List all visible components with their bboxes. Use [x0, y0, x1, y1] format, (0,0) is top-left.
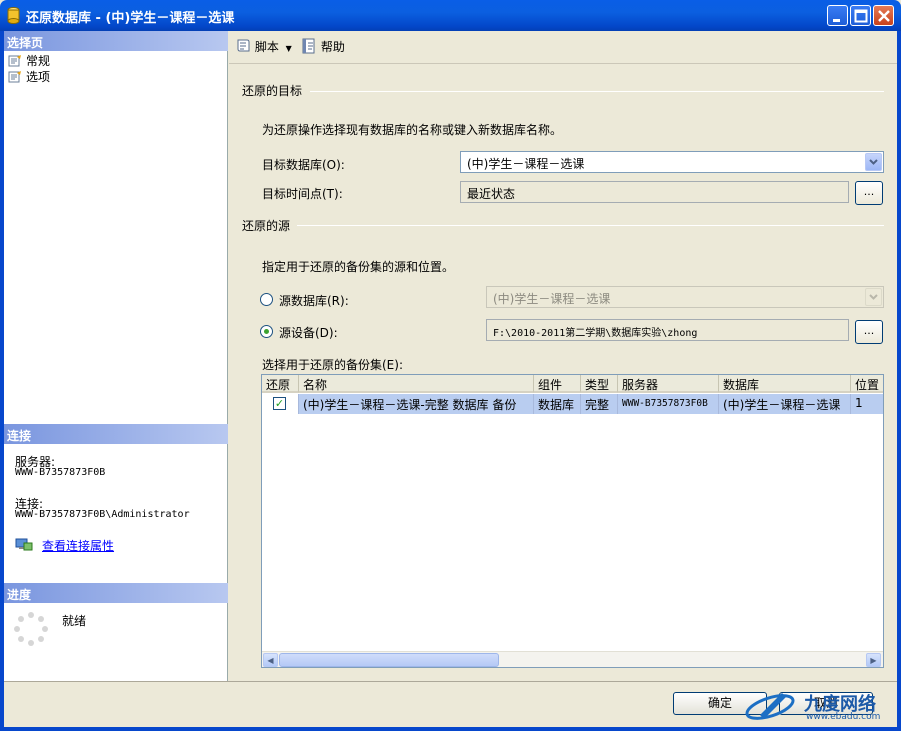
close-button[interactable] — [873, 5, 894, 26]
type-cell: 完整 — [581, 394, 618, 414]
position-cell: 1 — [851, 394, 883, 414]
nav-item-general[interactable]: 常规 — [8, 52, 51, 68]
column-header-server[interactable]: 服务器 — [618, 375, 719, 393]
source-description: 指定用于还原的备份集的源和位置。 — [262, 260, 455, 274]
progress-spinner-icon — [14, 612, 48, 646]
point-in-time-label: 目标时间点(T): — [262, 187, 343, 201]
backup-sets-grid[interactable]: 还原 名称 组件 类型 服务器 数据库 位置 ✓ (中)学生－课程－选课-完整 … — [261, 374, 884, 668]
script-button[interactable]: 脚本 ▼ — [235, 38, 297, 56]
from-database-radio[interactable] — [260, 293, 273, 306]
from-database-label: 源数据库(R): — [279, 294, 349, 308]
source-group-title: 还原的源 — [242, 219, 291, 233]
database-icon — [7, 7, 20, 24]
scroll-left-button[interactable]: ◀ — [263, 653, 278, 667]
restore-checkbox[interactable]: ✓ — [273, 397, 286, 410]
progress-header: 进度 — [4, 583, 228, 603]
nav-item-label: 常规 — [26, 54, 51, 68]
watermark-url: www.ebadu.com — [806, 712, 881, 722]
chevron-down-icon — [869, 159, 878, 165]
destination-divider — [310, 91, 884, 92]
chevron-down-icon — [869, 294, 878, 300]
script-label: 脚本 — [254, 40, 279, 54]
help-icon — [302, 38, 315, 54]
database-cell: (中)学生－课程－选课 — [719, 394, 851, 414]
to-database-combobox[interactable]: (中)学生－课程－选课 — [460, 151, 884, 173]
server-cell: WWW-B7357873F0B — [618, 394, 719, 414]
to-database-dropdown-button[interactable] — [865, 153, 882, 171]
help-label: 帮助 — [320, 40, 345, 54]
watermark-logo-icon — [745, 693, 795, 720]
connection-value: WWW-B7357873F0B\Administrator — [15, 509, 190, 520]
from-device-label: 源设备(D): — [279, 326, 338, 340]
restore-cell[interactable]: ✓ — [262, 394, 299, 414]
window-frame-bottom — [0, 727, 901, 731]
source-divider — [297, 225, 884, 226]
column-header-restore[interactable]: 还原 — [262, 375, 299, 393]
chevron-left-icon: ◀ — [267, 656, 274, 665]
progress-status: 就绪 — [62, 614, 87, 628]
close-icon — [878, 10, 890, 22]
server-value: WWW-B7357873F0B — [15, 467, 106, 478]
from-database-combobox[interactable]: (中)学生－课程－选课 — [486, 286, 884, 308]
from-device-radio[interactable] — [260, 325, 273, 338]
page-icon — [8, 55, 21, 67]
from-database-dropdown-button[interactable] — [865, 288, 882, 306]
column-header-database[interactable]: 数据库 — [719, 375, 851, 393]
point-in-time-browse-button[interactable]: ... — [855, 181, 883, 205]
scrollbar-thumb[interactable] — [279, 653, 499, 667]
nav-item-label: 选项 — [26, 70, 51, 84]
to-database-value: (中)学生－课程－选课 — [467, 157, 585, 171]
connection-properties-icon — [15, 538, 33, 551]
from-database-value: (中)学生－课程－选课 — [493, 292, 611, 306]
dropdown-arrow-icon: ▼ — [285, 44, 292, 53]
destination-description: 为还原操作选择现有数据库的名称或键入新数据库名称。 — [262, 123, 563, 137]
maximize-button[interactable] — [850, 5, 871, 26]
from-device-field[interactable]: F:\2010-2011第二学期\数据库实验\zhong — [486, 319, 849, 341]
nav-item-options[interactable]: 选项 — [8, 68, 51, 84]
title-bar[interactable]: 还原数据库 - (中)学生－课程－选课 — [0, 0, 901, 31]
backup-sets-label: 选择用于还原的备份集(E): — [262, 358, 403, 372]
horizontal-scrollbar[interactable]: ◀ ▶ — [262, 651, 883, 667]
from-device-browse-button[interactable]: ... — [855, 320, 883, 344]
destination-group-title: 还原的目标 — [242, 84, 303, 98]
window-frame-right — [897, 31, 901, 731]
maximize-icon — [854, 9, 868, 23]
column-header-type[interactable]: 类型 — [581, 375, 618, 393]
minimize-icon — [833, 19, 840, 22]
help-button[interactable]: 帮助 — [301, 38, 351, 56]
script-icon — [237, 39, 250, 52]
to-database-label: 目标数据库(O): — [262, 158, 345, 172]
name-cell: (中)学生－课程－选课-完整 数据库 备份 — [299, 394, 534, 414]
column-header-position[interactable]: 位置 — [851, 375, 883, 393]
column-header-component[interactable]: 组件 — [534, 375, 581, 393]
point-in-time-field[interactable]: 最近状态 — [460, 181, 849, 203]
view-connection-properties-link[interactable]: 查看连接属性 — [42, 537, 114, 554]
select-page-header: 选择页 — [4, 31, 228, 51]
connection-header: 连接 — [4, 424, 228, 444]
minimize-button[interactable] — [827, 5, 848, 26]
scroll-right-button[interactable]: ▶ — [866, 653, 881, 667]
column-header-name[interactable]: 名称 — [299, 375, 534, 393]
component-cell: 数据库 — [534, 394, 581, 414]
table-row[interactable]: ✓ (中)学生－课程－选课-完整 数据库 备份 数据库 完整 WWW-B7357… — [262, 394, 883, 414]
chevron-right-icon: ▶ — [870, 656, 877, 665]
window-title: 还原数据库 - (中)学生－课程－选课 — [26, 11, 235, 26]
page-icon — [8, 71, 21, 83]
